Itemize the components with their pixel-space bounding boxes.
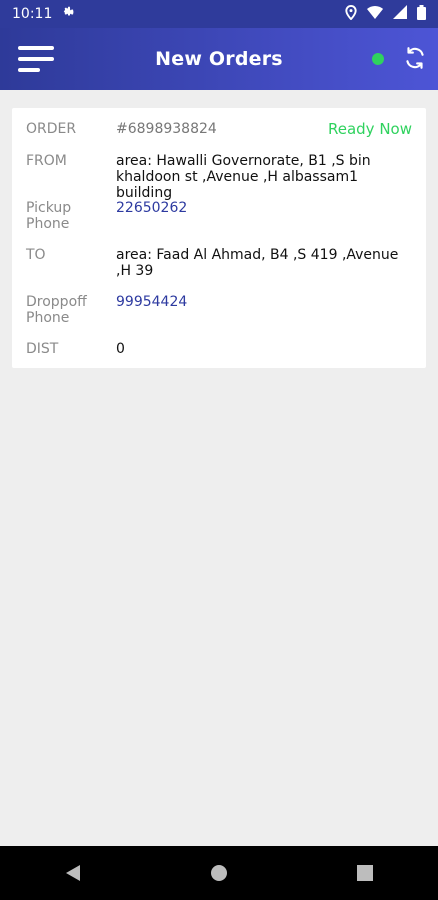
- gear-icon: [62, 5, 76, 23]
- to-label: TO: [26, 247, 46, 263]
- app-bar: New Orders: [0, 28, 438, 90]
- from-label: FROM: [26, 153, 67, 169]
- dist-value: 0: [116, 341, 125, 357]
- status-time: 10:11: [12, 6, 53, 22]
- status-bar: 10:11: [0, 0, 438, 28]
- pickup-phone-label: Pickup Phone: [26, 200, 72, 232]
- dist-row: DIST 0: [26, 341, 412, 359]
- from-row: FROM area: Hawalli Governorate, B1 ,S bi…: [26, 153, 412, 201]
- order-row: ORDER #6898938824 Ready Now: [26, 121, 412, 139]
- system-nav-bar: [0, 846, 438, 900]
- dropoff-phone-label: Droppoff Phone: [26, 294, 87, 326]
- signal-icon: [393, 5, 407, 23]
- home-icon[interactable]: [204, 858, 234, 888]
- recents-icon[interactable]: [350, 858, 380, 888]
- back-icon[interactable]: [58, 858, 88, 888]
- refresh-icon[interactable]: [402, 45, 428, 71]
- order-card[interactable]: ORDER #6898938824 Ready Now FROM area: H…: [12, 108, 426, 368]
- location-icon: [345, 4, 357, 24]
- pickup-phone-row: Pickup Phone 22650262: [26, 200, 412, 234]
- to-address: area: Faad Al Ahmad, B4 ,S 419 ,Avenue ,…: [116, 247, 399, 279]
- online-status-indicator: [372, 53, 384, 65]
- dist-label: DIST: [26, 341, 59, 357]
- order-status-badge: Ready Now: [327, 120, 412, 138]
- order-label: ORDER: [26, 121, 77, 137]
- pickup-phone-link[interactable]: 22650262: [116, 200, 412, 216]
- battery-icon: [417, 4, 426, 24]
- dropoff-phone-row: Droppoff Phone 99954424: [26, 294, 412, 328]
- to-row: TO area: Faad Al Ahmad, B4 ,S 419 ,Avenu…: [26, 247, 412, 281]
- wifi-icon: [367, 5, 383, 23]
- menu-icon[interactable]: [18, 42, 56, 76]
- from-address: area: Hawalli Governorate, B1 ,S bin kha…: [116, 153, 371, 201]
- dropoff-phone-link[interactable]: 99954424: [116, 294, 412, 310]
